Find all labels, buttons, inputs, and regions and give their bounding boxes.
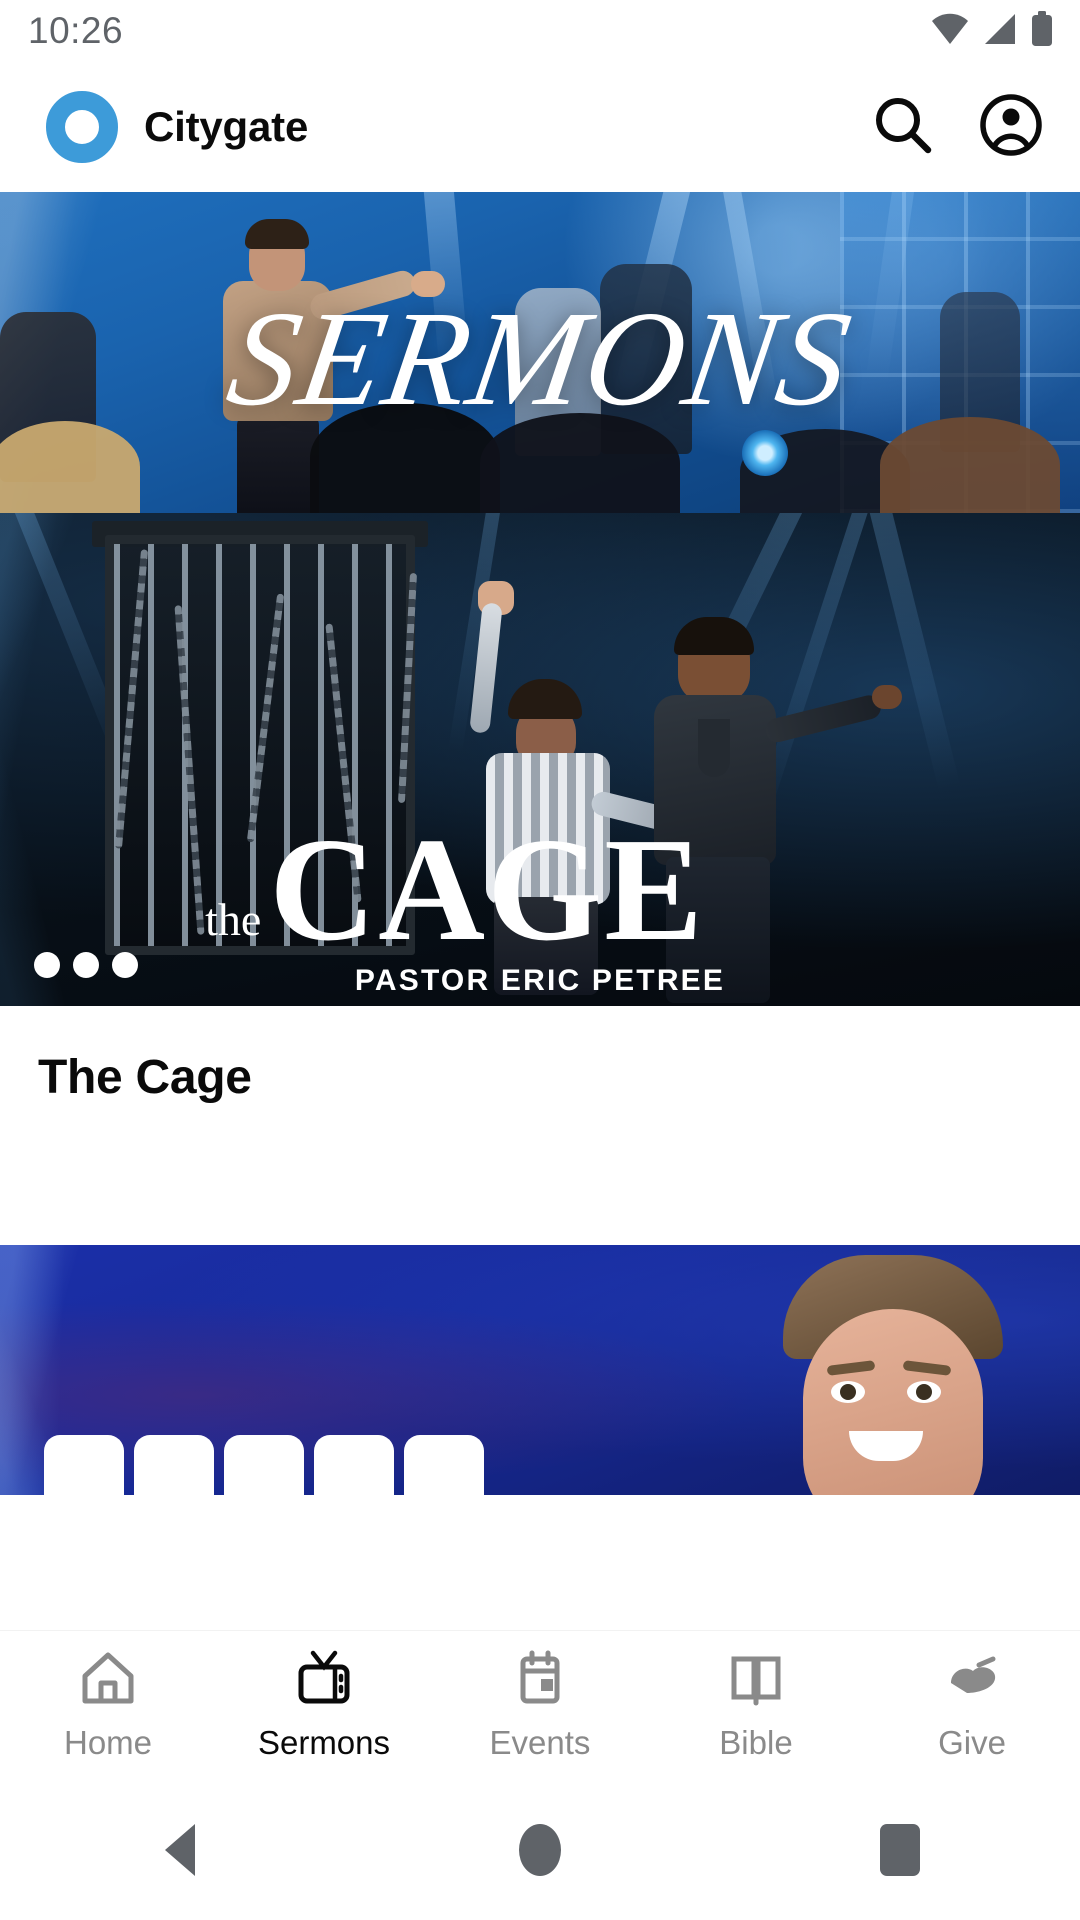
status-icons <box>930 10 1054 52</box>
tv-icon <box>295 1649 353 1712</box>
nav-label-bible: Bible <box>719 1724 793 1761</box>
sermons-overlay-text: SERMONS <box>218 283 862 434</box>
nav-label-sermons: Sermons <box>257 1724 391 1761</box>
next-sermon-banner[interactable] <box>0 1245 1080 1495</box>
search-icon <box>871 93 935 162</box>
next-sermon-title-letters <box>44 1435 484 1495</box>
the-cage-subtitle: PASTOR ERIC PETREE <box>354 964 726 997</box>
carousel-dot[interactable] <box>34 952 60 978</box>
hand-heart-icon <box>943 1649 1001 1712</box>
carousel-dots[interactable] <box>34 952 138 978</box>
card-spacer <box>0 1105 1080 1245</box>
nav-item-sermons[interactable]: Sermons <box>216 1649 432 1762</box>
the-cage-title-small: the <box>205 894 262 945</box>
app-root: 10:26 Citygate SERMONS theCAGE PASTOR ER… <box>0 0 1080 1920</box>
back-triangle-icon <box>165 1824 195 1876</box>
system-navigation-bar <box>0 1780 1080 1920</box>
content-scroll-area[interactable]: SERMONS theCAGE PASTOR ERIC PETREE The C… <box>0 192 1080 1630</box>
sermons-hero-banner[interactable]: SERMONS <box>0 192 1080 513</box>
bottom-navigation-bar: Home Sermons Events Bible Give <box>0 1630 1080 1780</box>
app-bar-actions <box>870 93 1044 162</box>
the-cage-hero-banner[interactable]: theCAGE PASTOR ERIC PETREE <box>0 513 1080 1006</box>
calendar-icon <box>511 1649 569 1712</box>
nav-label-events: Events <box>489 1724 591 1761</box>
nav-item-home[interactable]: Home <box>0 1649 216 1762</box>
the-cage-title-overlay: theCAGE <box>195 807 715 972</box>
book-icon <box>727 1649 785 1712</box>
wifi-icon <box>930 12 970 51</box>
system-home-button[interactable] <box>480 1805 600 1895</box>
cellular-signal-icon <box>982 12 1018 51</box>
carousel-dot[interactable] <box>73 952 99 978</box>
nav-label-give: Give <box>938 1724 1006 1761</box>
the-cage-title-large: CAGE <box>269 807 705 972</box>
home-circle-icon <box>519 1824 561 1876</box>
nav-item-give[interactable]: Give <box>864 1649 1080 1762</box>
nav-label-home: Home <box>63 1724 153 1761</box>
brand-name: Citygate <box>144 103 309 150</box>
nav-item-bible[interactable]: Bible <box>648 1649 864 1762</box>
system-back-button[interactable] <box>120 1805 240 1895</box>
brand[interactable]: Citygate <box>46 91 870 163</box>
citygate-ring-logo <box>46 91 118 163</box>
pastor-portrait <box>775 1255 1010 1495</box>
account-icon <box>979 93 1043 162</box>
system-recents-button[interactable] <box>840 1805 960 1895</box>
card-title-the-cage[interactable]: The Cage <box>0 1006 1080 1105</box>
status-time: 10:26 <box>28 10 124 51</box>
search-button[interactable] <box>870 94 936 160</box>
status-bar: 10:26 <box>0 0 1080 62</box>
battery-icon <box>1030 10 1054 52</box>
recents-square-icon <box>880 1824 920 1876</box>
home-icon <box>79 1649 137 1712</box>
nav-item-events[interactable]: Events <box>432 1649 648 1762</box>
account-button[interactable] <box>978 93 1044 162</box>
app-bar: Citygate <box>0 62 1080 192</box>
carousel-dot[interactable] <box>112 952 138 978</box>
